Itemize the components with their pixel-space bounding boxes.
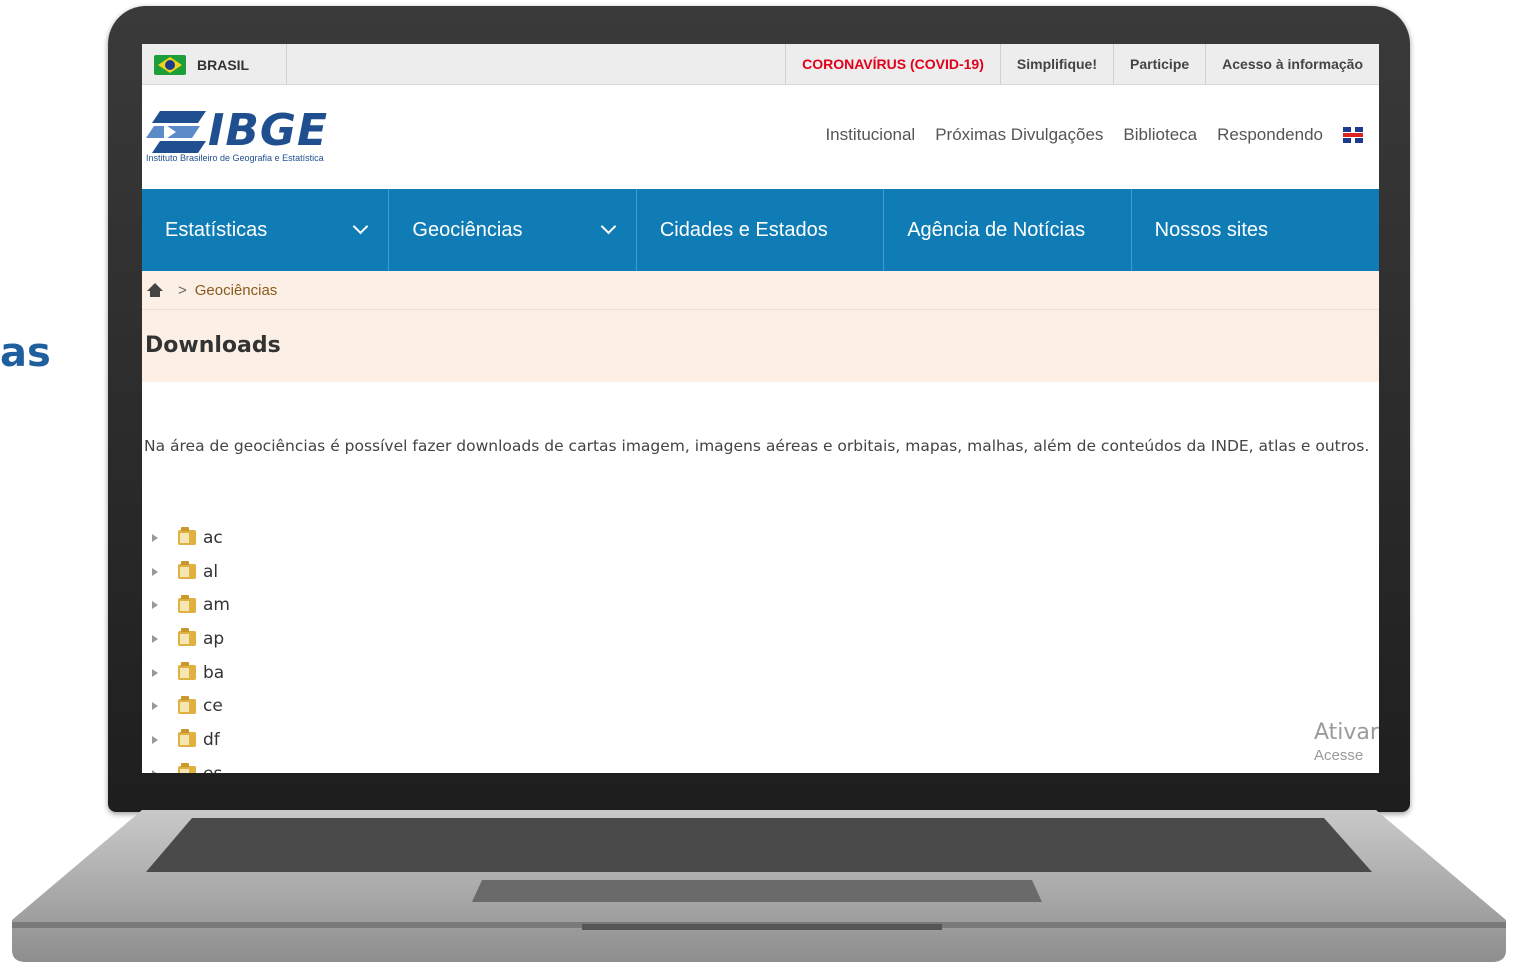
tree-item[interactable]: am bbox=[152, 588, 230, 622]
simplifique-link[interactable]: Simplifique! bbox=[999, 44, 1113, 84]
folder-icon bbox=[178, 662, 196, 681]
folder-icon bbox=[178, 561, 196, 580]
gov-links: CORONAVÍRUS (COVID-19) Simplifique! Part… bbox=[785, 44, 1379, 84]
expand-triangle-icon[interactable] bbox=[152, 634, 158, 643]
watermark-line2: Acesse bbox=[1314, 747, 1364, 764]
nav-label: Estatísticas bbox=[165, 218, 268, 241]
expand-triangle-icon[interactable] bbox=[152, 769, 158, 773]
expand-triangle-icon[interactable] bbox=[152, 567, 158, 576]
slide-heading-fragment: as bbox=[0, 330, 51, 376]
ibge-logo[interactable]: IBGE Instituto Brasileiro de Geografia e… bbox=[146, 105, 356, 166]
nav-label: Agência de Notícias bbox=[907, 218, 1086, 241]
tree-item-label: am bbox=[203, 595, 230, 616]
breadcrumb: > Geociências bbox=[142, 271, 1379, 310]
watermark-line1: Ativar bbox=[1314, 720, 1379, 745]
nav-item-cidades-estados[interactable]: Cidades e Estados bbox=[637, 189, 885, 271]
tree-item-label: ap bbox=[203, 628, 225, 649]
ibge-logo-icon bbox=[146, 111, 206, 153]
folder-icon bbox=[178, 763, 196, 773]
expand-triangle-icon[interactable] bbox=[152, 668, 158, 677]
main-nav: Estatísticas Geociências Cidades e Estad… bbox=[142, 189, 1379, 271]
folder-icon bbox=[178, 628, 196, 647]
nav-item-estatisticas[interactable]: Estatísticas bbox=[142, 189, 390, 271]
gov-bar: BRASIL CORONAVÍRUS (COVID-19) Simplifiqu… bbox=[142, 44, 1379, 85]
expand-triangle-icon[interactable] bbox=[152, 533, 158, 542]
nav-label: Nossos sites bbox=[1154, 218, 1268, 241]
logo-subtitle: Instituto Brasileiro de Geografia e Esta… bbox=[146, 153, 324, 163]
tree-item-label: ce bbox=[203, 696, 223, 717]
nav-item-agencia-noticias[interactable]: Agência de Notícias bbox=[884, 189, 1132, 271]
tree-item[interactable]: es bbox=[152, 757, 230, 773]
tree-item[interactable]: df bbox=[152, 723, 230, 757]
acesso-informacao-link[interactable]: Acesso à informação bbox=[1205, 44, 1379, 84]
covid-link[interactable]: CORONAVÍRUS (COVID-19) bbox=[785, 44, 1000, 84]
folder-icon bbox=[178, 729, 196, 748]
brazil-flag-icon bbox=[154, 55, 186, 75]
tree-item[interactable]: ap bbox=[152, 622, 230, 656]
laptop-base bbox=[12, 810, 1506, 964]
gov-brasil-label: BRASIL bbox=[197, 57, 250, 73]
tree-item-label: es bbox=[203, 764, 222, 773]
nav-item-nossos-sites[interactable]: Nossos sites bbox=[1132, 189, 1379, 271]
tree-item-label: ba bbox=[203, 662, 225, 683]
page-title: Downloads bbox=[145, 333, 281, 358]
nav-label: Geociências bbox=[412, 218, 523, 241]
site-header: IBGE Instituto Brasileiro de Geografia e… bbox=[142, 85, 1379, 189]
proximas-divulgacoes-link[interactable]: Próximas Divulgações bbox=[935, 125, 1103, 145]
folder-icon bbox=[178, 527, 196, 546]
gov-brasil-link[interactable]: BRASIL bbox=[142, 44, 287, 84]
biblioteca-link[interactable]: Biblioteca bbox=[1123, 125, 1197, 145]
respondendo-link[interactable]: Respondendo bbox=[1217, 125, 1323, 145]
expand-triangle-icon[interactable] bbox=[152, 702, 158, 711]
logo-text: IBGE bbox=[208, 105, 329, 156]
participe-link[interactable]: Participe bbox=[1113, 44, 1205, 84]
header-links: Institucional Próximas Divulgações Bibli… bbox=[825, 125, 1363, 145]
breadcrumb-geociencias[interactable]: Geociências bbox=[195, 282, 278, 299]
nav-item-geociencias[interactable]: Geociências bbox=[389, 189, 637, 271]
folder-icon bbox=[178, 594, 196, 613]
browser-screen: BRASIL CORONAVÍRUS (COVID-19) Simplifiqu… bbox=[142, 44, 1379, 773]
institucional-link[interactable]: Institucional bbox=[825, 125, 915, 145]
activation-watermark: Ativar Acesse bbox=[1314, 720, 1379, 764]
tree-item-label: al bbox=[203, 561, 219, 582]
nav-label: Cidades e Estados bbox=[659, 218, 828, 241]
tree-item[interactable]: ba bbox=[152, 656, 230, 690]
chevron-down-icon bbox=[600, 218, 617, 235]
folder-tree: ac al am ap ba ce df es bbox=[152, 521, 230, 773]
tree-item-label: ac bbox=[203, 527, 223, 548]
folder-icon bbox=[178, 695, 196, 714]
tree-item[interactable]: ce bbox=[152, 689, 230, 723]
home-icon[interactable] bbox=[146, 282, 164, 298]
tree-item-label: df bbox=[203, 729, 220, 750]
expand-triangle-icon[interactable] bbox=[152, 601, 158, 610]
english-flag-icon[interactable] bbox=[1343, 127, 1363, 143]
tree-item[interactable]: ac bbox=[152, 521, 230, 555]
chevron-right-icon: > bbox=[178, 281, 187, 299]
expand-triangle-icon[interactable] bbox=[152, 735, 158, 744]
intro-text: Na área de geociências é possível fazer … bbox=[144, 437, 1370, 455]
chevron-down-icon bbox=[353, 218, 369, 235]
tree-item[interactable]: al bbox=[152, 555, 230, 589]
title-band: Downloads bbox=[142, 310, 1379, 382]
